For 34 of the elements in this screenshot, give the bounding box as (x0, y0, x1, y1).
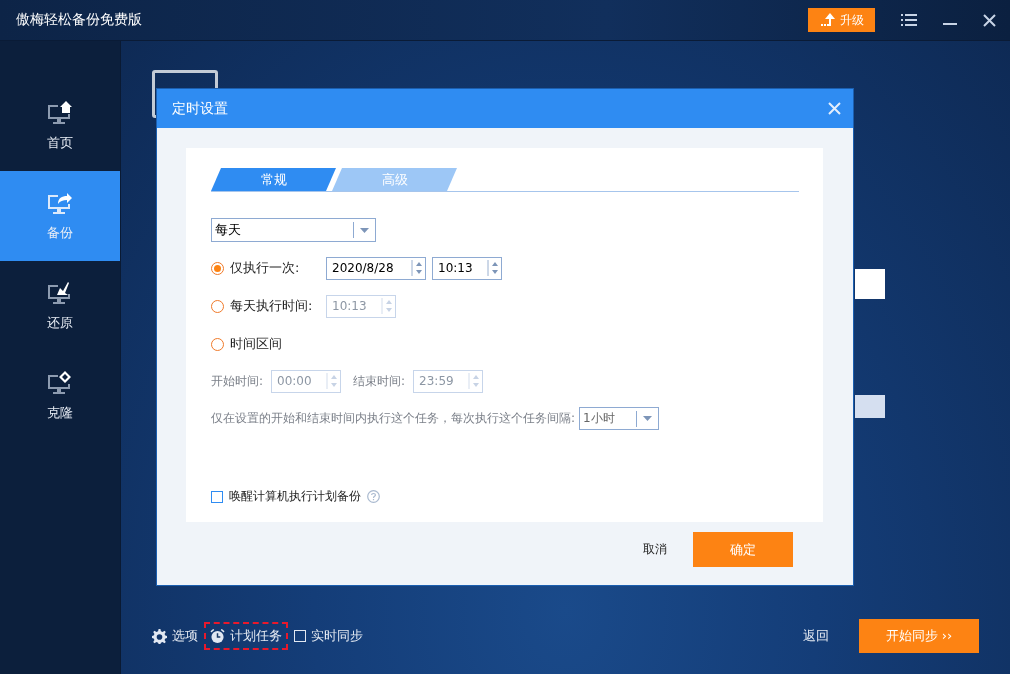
checkbox-label: 实时同步 (311, 627, 363, 645)
cancel-button[interactable]: 取消 (631, 533, 679, 566)
checkbox[interactable] (211, 490, 223, 503)
checkbox-label: 唤醒计算机执行计划备份 (229, 488, 361, 505)
sidebar-item[interactable]: 克隆 (0, 351, 120, 441)
settings-icon[interactable] (152, 628, 167, 644)
end-time-label: 结束时间: (353, 372, 406, 390)
date-field[interactable]: 2020/8/28 (326, 256, 426, 280)
monitor-house-icon (46, 100, 74, 126)
dialog-title: 定时设置 (172, 99, 228, 118)
option-label: 时间区间 (230, 335, 283, 353)
interval-note: 仅在设置的开始和结束时间内执行这个任务，每次执行这个任务间隔: (211, 410, 576, 427)
clock-icon (210, 628, 225, 644)
menu-icon[interactable] (901, 13, 917, 27)
arrow-up-icon (819, 13, 836, 27)
input-field[interactable] (855, 269, 885, 299)
window-title: 傲梅轻松备份免费版 (16, 11, 142, 29)
option-label: 每天执行时间: (230, 297, 314, 315)
back-button[interactable]: 返回 (799, 623, 833, 649)
spinner-icon (381, 296, 395, 316)
sidebar-item[interactable]: 还原 (0, 261, 120, 351)
monitor-diamond-icon (46, 370, 74, 396)
option-label: 仅执行一次: (230, 259, 301, 277)
time-field[interactable]: 10:13 (432, 256, 502, 280)
options-link[interactable]: 选项 (172, 627, 198, 645)
sidebar-item[interactable]: 首页 (0, 81, 120, 171)
frequency-dropdown[interactable]: 每天 (211, 218, 376, 242)
spinner-icon (411, 258, 425, 278)
spinner-icon (487, 258, 501, 278)
schedule-link[interactable]: 计划任务 (204, 622, 288, 650)
close-icon[interactable] (983, 13, 996, 27)
start-time-label: 开始时间: (211, 372, 264, 390)
monitor-arrow-icon (46, 190, 74, 216)
help-icon[interactable] (367, 490, 380, 503)
